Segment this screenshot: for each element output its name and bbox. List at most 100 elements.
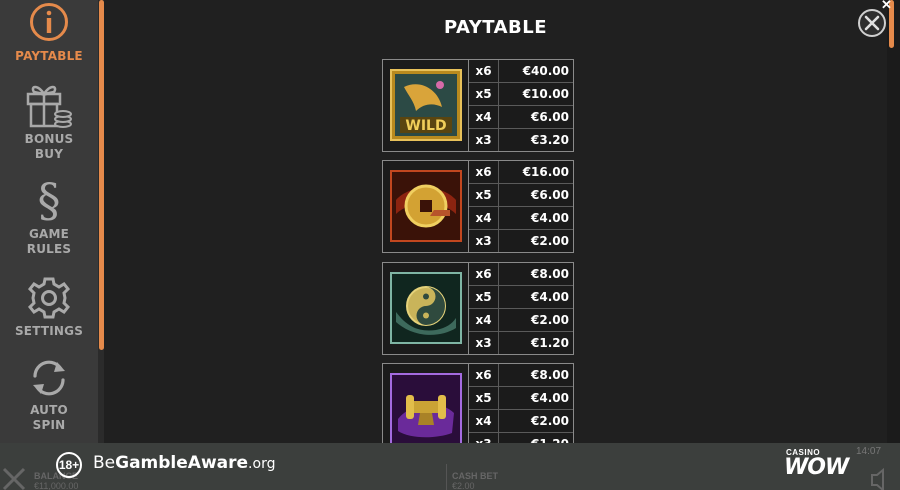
gold-coin-icon: [390, 170, 462, 242]
pay-line: x4 €6.00: [469, 106, 573, 129]
age-restriction-badge: 18+: [56, 452, 82, 478]
main-scrollbar[interactable]: [887, 0, 900, 443]
sound-icon[interactable]: [866, 465, 896, 490]
yin-yang-icon: [390, 272, 462, 344]
label-line: GAME: [28, 227, 70, 241]
sidebar-item-bonus-buy[interactable]: BONUS BUY: [0, 80, 98, 162]
pay-value: €4.00: [531, 211, 569, 225]
label-line: BONUS: [24, 132, 74, 146]
sidebar-item-label: GAME RULES: [0, 227, 98, 257]
pay-multiplier: x4: [469, 410, 499, 432]
label-line: RULES: [26, 242, 72, 256]
pay-line: x3 €1.20: [469, 332, 573, 355]
pay-line: x4 €2.00: [469, 309, 573, 332]
page-title: PAYTABLE: [443, 17, 548, 38]
pay-value: €2.00: [531, 234, 569, 248]
paytable-entry-wild: WILD x6 €40.00 x5 €10.00 x4 €6.00 x3 €3.20: [382, 59, 574, 152]
pay-multiplier: x6: [469, 364, 499, 386]
label-line: BUY: [34, 147, 64, 161]
pay-value: €8.00: [531, 267, 569, 281]
pay-value: €8.00: [531, 368, 569, 382]
sidebar-item-label: AUTO SPIN: [0, 403, 98, 433]
gamble-aware-link[interactable]: BeGambleAware.org: [93, 453, 275, 473]
pay-line: x6 €8.00: [469, 263, 573, 286]
info-icon: [30, 3, 68, 41]
label-line: SPIN: [32, 418, 66, 432]
cash-bet-value: €2.00: [452, 481, 475, 490]
paytable-entry-coin: x6 €16.00 x5 €6.00 x4 €4.00 x3 €2.00: [382, 160, 574, 253]
pay-value: €6.00: [531, 110, 569, 124]
pay-line: x3 €2.00: [469, 230, 573, 253]
gift-coins-icon: [26, 85, 72, 128]
pay-value: €16.00: [522, 165, 569, 179]
top-close-icon[interactable]: ✕: [881, 0, 892, 13]
sidebar-item-settings[interactable]: SETTINGS: [0, 275, 98, 339]
close-button[interactable]: [858, 9, 886, 37]
yin-yang-symbol: [383, 263, 469, 354]
close-icon: [864, 15, 880, 31]
close-faded-icon: [2, 467, 26, 490]
pay-line: x4 €4.00: [469, 207, 573, 230]
svg-text:§: §: [38, 176, 61, 222]
pay-line: x5 €4.00: [469, 387, 573, 410]
pay-value: €4.00: [531, 290, 569, 304]
pay-multiplier: x3: [469, 230, 499, 252]
pay-line: x3 €3.20: [469, 129, 573, 152]
pay-multiplier: x6: [469, 263, 499, 285]
clock: 14:07: [856, 446, 882, 457]
paytable-entry-yinyang: x6 €8.00 x5 €4.00 x4 €2.00 x3 €1.20: [382, 262, 574, 355]
refresh-icon: [33, 360, 65, 396]
sidebar-item-auto-spin[interactable]: AUTO SPIN: [0, 356, 98, 433]
pay-value: €2.00: [531, 313, 569, 327]
pay-line: x6 €8.00: [469, 364, 573, 387]
label-line: PAYTABLE: [15, 49, 83, 63]
wild-koi-symbol: WILD: [383, 60, 469, 151]
sidebar-item-paytable[interactable]: PAYTABLE: [0, 2, 98, 64]
scroll-symbol: [383, 364, 469, 455]
sidebar-item-label: SETTINGS: [0, 324, 98, 339]
wild-koi-icon: WILD: [390, 69, 462, 141]
pay-value: €3.20: [531, 133, 569, 147]
pay-multiplier: x5: [469, 286, 499, 308]
pay-line: x6 €16.00: [469, 161, 573, 184]
pay-value: €1.20: [531, 336, 569, 350]
pay-multiplier: x5: [469, 387, 499, 409]
pay-value: €10.00: [522, 87, 569, 101]
pay-multiplier: x4: [469, 207, 499, 229]
casino-logo-text: WOW: [784, 455, 849, 480]
gamble-aware-prefix: Be: [93, 453, 116, 473]
pay-line: x4 €2.00: [469, 410, 573, 433]
sidebar-item-label: BONUS BUY: [0, 132, 98, 162]
pay-value: €6.00: [531, 188, 569, 202]
pay-line: x5 €4.00: [469, 286, 573, 309]
pay-line: x5 €10.00: [469, 83, 573, 106]
pay-line: x6 €40.00: [469, 60, 573, 83]
pay-value: €40.00: [522, 64, 569, 78]
section-sign-icon: §: [38, 176, 61, 222]
pay-multiplier: x3: [469, 332, 499, 354]
label-line: AUTO: [30, 403, 68, 417]
gamble-aware-brand: GambleAware: [115, 453, 249, 473]
label-line: SETTINGS: [14, 324, 84, 338]
pay-value: €2.00: [531, 414, 569, 428]
footer-divider: [446, 464, 447, 490]
scroll-icon: [390, 373, 462, 445]
wild-text: WILD: [405, 118, 446, 134]
sidebar-item-game-rules[interactable]: § GAME RULES: [0, 176, 98, 257]
pay-multiplier: x4: [469, 309, 499, 331]
balance-value: €11,000.00: [34, 481, 79, 490]
pay-multiplier: x6: [469, 60, 499, 82]
pay-multiplier: x5: [469, 83, 499, 105]
pay-value: €4.00: [531, 391, 569, 405]
sidebar: PAYTABLE BONUS BUY § GAME RULES SETTINGS…: [0, 0, 98, 443]
pay-multiplier: x4: [469, 106, 499, 128]
gamble-aware-domain: .org: [248, 456, 276, 472]
cash-bet-label: CASH BET: [452, 471, 499, 481]
sidebar-item-label: PAYTABLE: [0, 49, 98, 64]
gold-coin-symbol: [383, 161, 469, 252]
pay-multiplier: x5: [469, 184, 499, 206]
pay-multiplier: x6: [469, 161, 499, 183]
pay-line: x5 €6.00: [469, 184, 573, 207]
gear-icon: [27, 277, 71, 319]
pay-multiplier: x3: [469, 129, 499, 151]
